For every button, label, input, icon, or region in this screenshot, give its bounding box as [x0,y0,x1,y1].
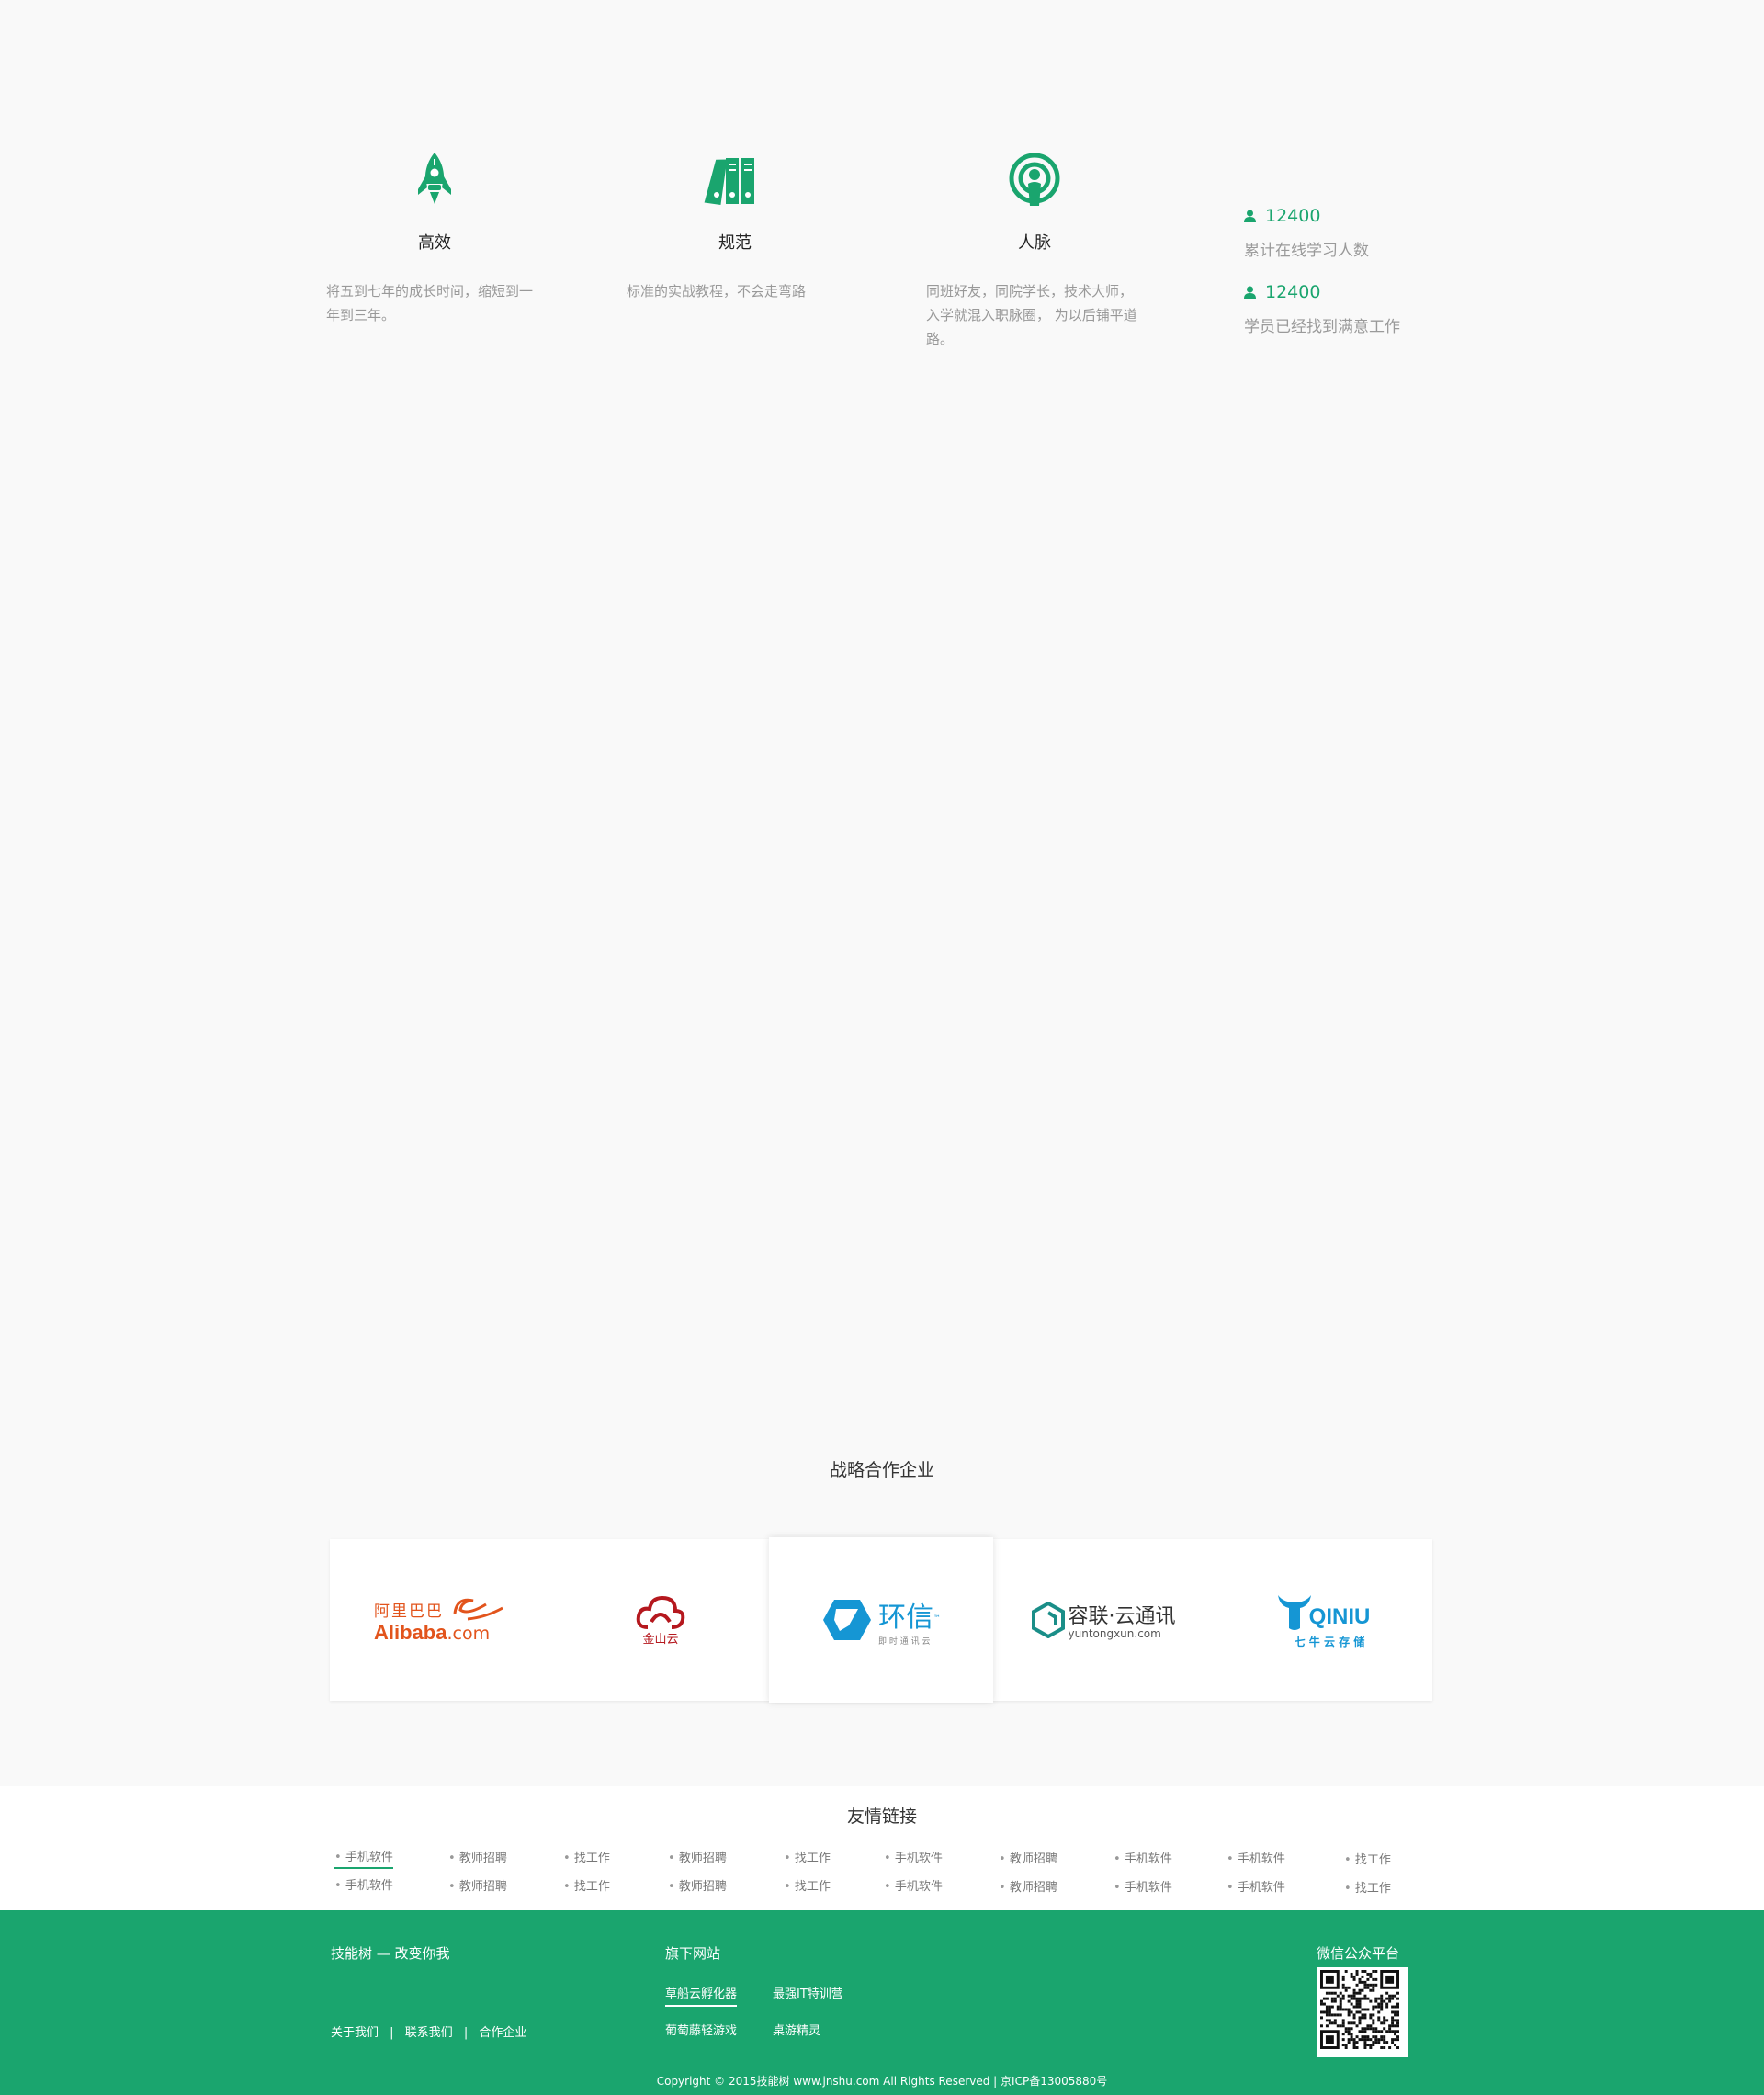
friend-link[interactable]: 手机软件 [884,1876,943,1894]
friend-link[interactable]: 手机软件 [334,1875,393,1893]
friend-link[interactable]: 找工作 [1344,1878,1391,1896]
partners-link[interactable]: 合作企业 [479,2026,526,2040]
friend-link[interactable]: 教师招聘 [668,1876,727,1894]
stat-value: 12400 [1265,206,1321,226]
friend-link[interactable]: 教师招聘 [999,1877,1057,1895]
friend-link[interactable]: 找工作 [563,1848,610,1865]
friend-links: 友情链接 手机软件 教师招聘 找工作 教师招聘 找工作 手机软件 教师招聘 手机… [0,1786,1764,1910]
user-icon [1244,210,1256,222]
friend-links-title: 友情链接 [846,1806,917,1827]
partner-ronglian[interactable]: 容联·云通讯 yuntongxun.com [993,1539,1214,1701]
separator: | [390,2026,394,2040]
contact-link[interactable]: 联系我们 [405,2026,453,2040]
feature-desc: 同班好友，同院学长，技术大师，入学就混入职脉圈， 为以后铺平道路。 [926,283,1137,347]
friend-link[interactable]: 找工作 [1344,1850,1391,1867]
kingsoft-logo: 金山云 [635,1594,686,1647]
stat-value: 12400 [1265,282,1321,302]
stat-online-learners: 12400 累计在线学习人数 [1244,206,1369,260]
partner-kingsoft[interactable]: 金山云 [550,1539,771,1701]
huanxin-sub: 即 时 通 讯 云 [878,1636,931,1647]
huanxin-tm: ™ [933,1614,941,1623]
feature-standard: 规范 标准的实战教程，不会走弯路 [625,147,845,303]
qiniu-bull-icon [1277,1594,1311,1630]
alibaba-logo: 阿里巴巴 Alibaba.com [374,1595,506,1645]
friend-link[interactable]: 找工作 [784,1876,831,1894]
footer: 技能树 — 改变你我 关于我们 | 联系我们 | 合作企业 旗下网站 草船云孵化… [0,1910,1764,2095]
friend-link[interactable]: 手机软件 [1114,1849,1172,1866]
separator: | [463,2026,469,2040]
friend-link[interactable]: 找工作 [563,1876,610,1894]
ronglian-cn: 容联·云通讯 [1068,1605,1176,1628]
partner-alibaba[interactable]: 阿里巴巴 Alibaba.com [330,1539,550,1701]
qiniu-en: QINIU [1308,1603,1371,1629]
wechat-qr-code [1317,1967,1408,2057]
qiniu-cn: 七 牛 云 存 储 [1294,1635,1365,1648]
alibaba-en: Alibaba [374,1621,447,1644]
huanxin-cn: 环信 [878,1601,933,1634]
partners-title: 战略合作企业 [829,1460,934,1480]
qiniu-logo: QINIU 七 牛 云 存 储 [1276,1591,1371,1649]
wechat-title: 微信公众平台 [1317,1945,1400,1962]
friend-link[interactable]: 手机软件 [884,1848,943,1865]
friend-link[interactable]: 手机软件 [1227,1877,1285,1895]
rocket-icon [418,153,451,204]
stat-label: 学员已经找到满意工作 [1244,318,1400,336]
partner-strip: 阿里巴巴 Alibaba.com 金山云 环信™ 即 时 通 讯 云 容联·云通… [330,1537,1432,1703]
site-link-zhuoyou[interactable]: 桌游精灵 [773,2021,820,2038]
user-icon [1244,286,1256,299]
network-icon [1009,153,1060,206]
alibaba-smile-icon [453,1598,503,1621]
stat-label: 累计在线学习人数 [1244,242,1369,260]
ronglian-en: yuntongxun.com [1068,1627,1161,1640]
huanxin-logo: 环信™ 即 时 通 讯 云 [821,1594,941,1647]
site-link-it-camp[interactable]: 最强IT特训营 [773,1984,843,2001]
feature-title: 高效 [418,233,451,253]
site-link-putaoteng[interactable]: 葡萄藤轻游戏 [665,2021,737,2038]
kingsoft-cloud-icon [636,1595,685,1629]
friend-link[interactable]: 手机软件 [1114,1877,1172,1895]
footer-slogan: 技能树 — 改变你我 [331,1945,450,1962]
copyright: Copyright © 2015技能树 www.jnshu.com All Ri… [656,2075,1108,2088]
feature-title: 规范 [718,233,752,253]
partner-qiniu[interactable]: QINIU 七 牛 云 存 储 [1214,1539,1432,1701]
feature-desc: 将五到七年的成长时间，缩短到一年到三年。 [326,283,534,323]
alibaba-cn: 阿里巴巴 [374,1602,444,1621]
feature-desc: 标准的实战教程，不会走弯路 [627,283,807,300]
binders-icon [704,158,754,206]
ronglian-hexagon-icon [1031,1602,1065,1638]
feature-title: 人脉 [1018,233,1051,253]
about-link[interactable]: 关于我们 [331,2026,379,2040]
partner-huanxin[interactable]: 环信™ 即 时 通 讯 云 [769,1537,993,1703]
friend-link[interactable]: 手机软件 [334,1847,393,1869]
huanxin-hexagon-icon [823,1600,871,1640]
alibaba-suffix: .com [447,1624,491,1644]
friend-link[interactable]: 找工作 [784,1848,831,1865]
site-link-caochuan[interactable]: 草船云孵化器 [665,1984,738,2007]
feature-efficient: 高效 将五到七年的成长时间，缩短到一年到三年。 [324,147,545,327]
sites-title: 旗下网站 [665,1945,721,1962]
friend-link[interactable]: 教师招聘 [668,1848,727,1865]
ronglian-logo: 容联·云通讯 yuntongxun.com [1031,1600,1176,1640]
friend-link[interactable]: 手机软件 [1227,1849,1285,1866]
stat-employed-students: 12400 学员已经找到满意工作 [1244,282,1400,336]
friend-link[interactable]: 教师招聘 [448,1848,507,1865]
friend-link[interactable]: 教师招聘 [999,1849,1057,1866]
friend-link[interactable]: 教师招聘 [448,1876,507,1894]
feature-network: 人脉 同班好友，同院学长，技术大师，入学就混入职脉圈， 为以后铺平道路。 [924,147,1145,351]
footer-links: 关于我们 | 联系我们 | 合作企业 [331,2022,526,2040]
qr-code-icon [1320,1970,1399,2049]
kingsoft-cn: 金山云 [642,1632,679,1647]
